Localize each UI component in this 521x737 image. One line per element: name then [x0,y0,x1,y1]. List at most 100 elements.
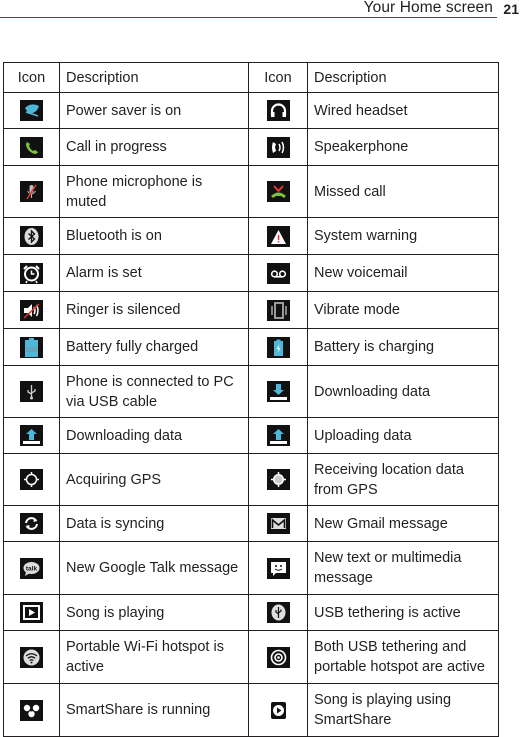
usb-tethering-icon [266,602,290,623]
icon-cell [248,291,308,329]
description-cell: Acquiring GPS [59,453,249,506]
icon-cell: talk [3,541,60,595]
ringer-silenced-icon [20,299,43,321]
description-cell: Call in progress [59,128,249,166]
icon-cell [248,417,308,454]
description-cell: New Gmail message [307,505,499,542]
description-cell: New Google Talk message [59,541,249,595]
header-rule [0,17,497,18]
table-row: Downloading data Uploading data [3,417,499,454]
description-cell: System warning [307,217,499,255]
table-row: Ringer is silenced Vibrate mode [3,291,499,329]
voicemail-icon [266,262,290,284]
usb-icon [20,381,43,402]
section-title: Your Home screen [363,0,493,16]
icon-cell [3,417,60,454]
column-header: Icon [248,62,308,93]
power-saver-icon [20,100,43,121]
gmail-icon [266,513,290,534]
icon-cell [3,291,60,329]
description-cell: Song is playing [59,594,249,631]
table-row: Acquiring GPS Receiving location data fro… [3,453,499,506]
icon-cell [3,683,60,737]
icon-cell [248,328,308,366]
description-cell: New text or multimedia message [307,541,499,595]
description-cell: Uploading data [307,417,499,454]
icon-cell [248,594,308,631]
icon-cell [3,165,60,218]
description-cell: Data is syncing [59,505,249,542]
alarm-icon [20,262,43,284]
description-cell: USB tethering is active [307,594,499,631]
missed-call-icon [266,181,290,202]
icon-cell [248,92,308,129]
svg-text:100: 100 [26,347,38,354]
smartshare-play-icon [266,699,290,721]
icon-cell [248,630,308,684]
description-cell: Both USB tethering and portable hotspot … [307,630,499,684]
page-header: Your Home screen 21 [0,0,521,20]
table-row: Power saver is on Wired headset [3,92,499,129]
description-cell: Downloading data [59,417,249,454]
description-cell: Speakerphone [307,128,499,166]
smartshare-icon [20,699,43,721]
table-row: Portable Wi-Fi hotspot is active Both USB… [3,630,499,684]
description-cell: Alarm is set [59,254,249,292]
icon-cell [248,128,308,166]
gps-receiving-icon [266,469,290,490]
bluetooth-icon [20,225,43,247]
description-cell: Bluetooth is on [59,217,249,255]
table-row: Alarm is set New voicemail [3,254,499,292]
sync-icon [20,513,43,534]
description-cell: Wired headset [307,92,499,129]
call-in-progress-icon [20,136,43,158]
table-row: Phone is connected to PC via USB cable Do… [3,365,499,418]
google-talk-icon: talk [20,557,43,579]
column-header: Description [307,62,499,93]
upload-icon [266,425,290,446]
table-row: Data is syncing New Gmail message [3,505,499,542]
icon-cell [3,453,60,506]
description-cell: Missed call [307,165,499,218]
tethering-hotspot-icon [266,646,290,668]
table-row: Call in progress Speakerphone [3,128,499,166]
description-cell: Song is playing using SmartShare [307,683,499,737]
icon-cell [248,254,308,292]
description-cell: Ringer is silenced [59,291,249,329]
icon-cell [3,128,60,166]
description-cell: Vibrate mode [307,291,499,329]
table-header-row: Icon Description Icon Description [3,62,499,93]
description-cell: SmartShare is running [59,683,249,737]
description-cell: Battery is charging [307,328,499,366]
column-header: Icon [3,62,60,93]
gps-acquiring-icon [20,469,43,490]
system-warning-icon [266,225,290,247]
table-row: Phone microphone is muted Missed call [3,165,499,218]
play-icon [20,602,43,623]
column-header: Description [59,62,249,93]
description-cell: New voicemail [307,254,499,292]
description-cell: Receiving location data from GPS [307,453,499,506]
icon-cell [3,505,60,542]
table-row: Song is playing USB tethering is active [3,594,499,631]
description-cell: Battery fully charged [59,328,249,366]
icon-cell [3,594,60,631]
microphone-muted-icon [20,181,43,202]
icon-cell [3,254,60,292]
sms-icon [266,557,290,579]
status-icon-table: Icon Description Icon Description Power … [3,62,499,737]
table-row: 100 Battery fully charged Battery is charg… [3,328,499,366]
icon-cell [248,365,308,418]
download-icon [266,381,290,402]
icon-cell [248,683,308,737]
icon-cell [3,630,60,684]
upload-arrow-icon [20,425,43,446]
description-cell: Phone is connected to PC via USB cable [59,365,249,418]
description-cell: Power saver is on [59,92,249,129]
vibrate-icon [266,299,290,321]
table-row: talk New Google Talk message New text or m… [3,541,499,595]
description-cell: Downloading data [307,365,499,418]
battery-full-icon: 100 [20,336,43,358]
table-row: Bluetooth is on System warning [3,217,499,255]
icon-cell [3,365,60,418]
